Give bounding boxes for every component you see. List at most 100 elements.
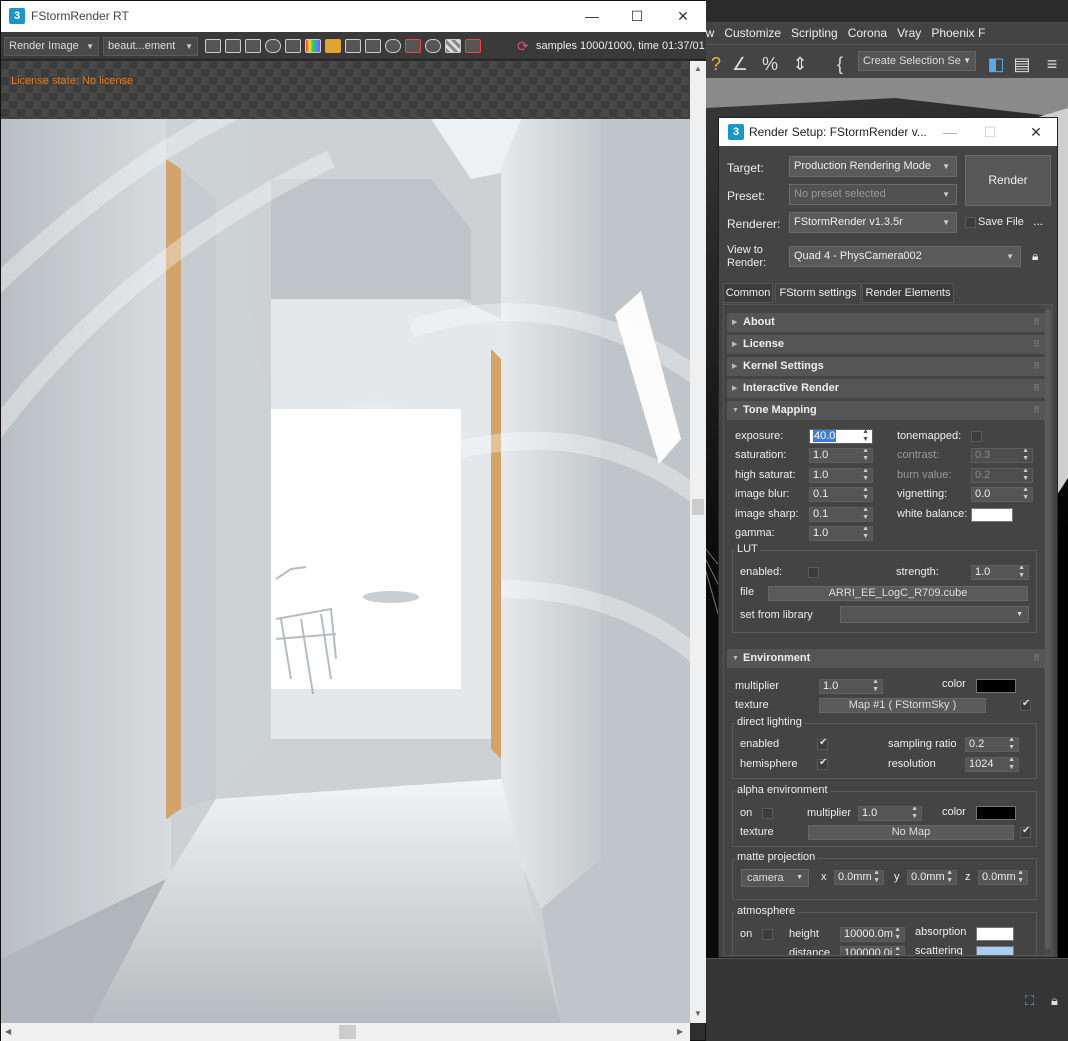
spinner-arrows-icon[interactable]: ▲▼ (862, 469, 869, 482)
vertical-scrollbar[interactable]: ▲ ▼ (690, 61, 706, 1023)
preset-combo[interactable]: No preset selected ▼ (789, 184, 957, 205)
lock-icon[interactable]: 🔒︎ (1051, 993, 1058, 1009)
spinner-arrows-icon[interactable]: ▲▼ (894, 947, 901, 955)
matte-mode-combo[interactable]: camera ▼ (741, 869, 809, 887)
spinner-arrows-icon[interactable]: ▲▼ (1022, 449, 1029, 462)
menu-customize[interactable]: Customize (724, 26, 791, 40)
settings-panel[interactable]: ▶ About ⠿ ▶ License ⠿ ▶ Kernel Settings ⠿ ▶ Int… (723, 304, 1053, 956)
element-combo[interactable]: beaut...ement ▼ (103, 37, 198, 56)
minimize-button[interactable]: — (935, 122, 965, 142)
spinner-arrows-icon[interactable]: ▲▼ (873, 871, 880, 884)
render-button[interactable]: Render (965, 155, 1051, 206)
minimize-button[interactable]: — (577, 6, 607, 26)
rollout-license[interactable]: ▶ License ⠿ (727, 335, 1045, 354)
atm-absorption-swatch[interactable] (976, 927, 1014, 941)
rollout-environment[interactable]: ▼ Environment ⠿ (727, 649, 1045, 668)
scroll-right-icon[interactable]: ▶ (677, 1027, 683, 1036)
menu-vray[interactable]: Vray (897, 26, 931, 40)
layer-icon[interactable]: ≡ (1041, 53, 1063, 75)
lut-file-button[interactable]: ARRI_EE_LogC_R709.cube (768, 586, 1028, 601)
frame-icon[interactable] (405, 39, 421, 53)
spinner-arrows-icon[interactable]: ▲▼ (1017, 871, 1024, 884)
env-color-swatch[interactable] (976, 679, 1016, 693)
close-button[interactable]: ✕ (1021, 122, 1051, 142)
color-icon[interactable] (305, 39, 321, 53)
sync-icon[interactable]: ⟳ (517, 38, 529, 55)
spinner-arrows-icon[interactable]: ▲▼ (1008, 758, 1015, 771)
alpha-icon[interactable] (445, 39, 461, 53)
image-sharp-spinner[interactable]: 0.1 ▲ ▼ (809, 507, 873, 522)
panel-scrollbar[interactable] (1044, 305, 1052, 955)
crop-icon[interactable] (365, 39, 381, 53)
copy-icon[interactable] (205, 39, 221, 53)
horizontal-scrollbar[interactable]: ◀ ▶ (1, 1023, 690, 1041)
refresh-scene-icon[interactable] (265, 39, 281, 53)
tab-fstorm-settings[interactable]: FStorm settings (775, 283, 861, 303)
save-file-checkbox[interactable] (965, 217, 976, 228)
render-canvas[interactable]: License state: No license (1, 61, 690, 1023)
spinner-arrows-icon[interactable]: ▲▼ (862, 508, 869, 521)
high-saturat-spinner[interactable]: 1.0 ▲ ▼ (809, 468, 873, 483)
selection-set-combo[interactable]: Create Selection Se ▼ (858, 51, 976, 71)
menu-scripting[interactable]: Scripting (791, 26, 848, 40)
ae-on-checkbox[interactable] (762, 808, 773, 819)
scroll-left-icon[interactable]: ◀ (5, 1027, 11, 1036)
dl-sampling-spinner[interactable]: 0.2 ▲ ▼ (965, 737, 1019, 752)
close-button[interactable]: ✕ (668, 6, 698, 26)
spinner-snap-icon[interactable]: ⇕ (789, 53, 811, 75)
vertical-scroll-thumb[interactable] (692, 499, 704, 515)
channel-combo[interactable]: Render Image ▼ (4, 37, 99, 56)
ae-multiplier-spinner[interactable]: 1.0 ▲ ▼ (858, 806, 922, 821)
focus-icon[interactable] (385, 39, 401, 53)
image-blur-spinner[interactable]: 0.1 ▲ ▼ (809, 487, 873, 502)
magnet-icon[interactable]: ? (705, 53, 727, 75)
target-combo[interactable]: Production Rendering Mode ▼ (789, 156, 957, 177)
rollout-interactive[interactable]: ▶ Interactive Render ⠿ (727, 379, 1045, 398)
percent-snap-icon[interactable]: % (759, 53, 781, 75)
isolate-selection-icon[interactable]: ⛶ (1025, 993, 1034, 1009)
spinner-arrows-icon[interactable]: ▲▼ (911, 807, 918, 820)
tab-render-elements[interactable]: Render Elements (862, 283, 954, 303)
stop-icon[interactable] (465, 39, 481, 53)
save-all-icon[interactable] (245, 39, 261, 53)
rollout-about[interactable]: ▶ About ⠿ (727, 313, 1045, 332)
align-icon[interactable]: ▤ (1011, 53, 1033, 75)
panel-scroll-thumb[interactable] (1045, 309, 1051, 949)
z-spinner[interactable]: 0.0mm ▲ ▼ (978, 870, 1028, 885)
burn-spinner[interactable]: 0.2 ▲ ▼ (971, 468, 1033, 483)
atm-distance-spinner[interactable]: 100000.0i▲▼ (840, 946, 905, 955)
more-files-button[interactable]: ... (1033, 214, 1043, 228)
maximize-button[interactable]: ☐ (622, 6, 652, 26)
atm-scattering-swatch[interactable] (976, 946, 1014, 955)
scroll-up-icon[interactable]: ▲ (694, 64, 702, 73)
dl-resolution-spinner[interactable]: 1024 ▲ ▼ (965, 757, 1019, 772)
save-icon[interactable] (225, 39, 241, 53)
angle-snap-icon[interactable]: ∠ (729, 53, 751, 75)
clone-icon[interactable] (285, 39, 301, 53)
ae-texture-checkbox[interactable] (1020, 825, 1031, 838)
maximize-button[interactable]: ☐ (975, 122, 1005, 142)
spinner-arrows-icon[interactable]: ▲▼ (946, 871, 953, 884)
spinner-arrows-icon[interactable]: ▲▼ (862, 430, 869, 443)
spinner-arrows-icon[interactable]: ▲▼ (1022, 488, 1029, 501)
tonemapped-checkbox[interactable] (971, 431, 982, 442)
contrast-spinner[interactable]: 0.3 ▲ ▼ (971, 448, 1033, 463)
lut-enabled-checkbox[interactable] (808, 567, 819, 578)
white-balance-swatch[interactable] (971, 508, 1013, 522)
rollout-kernel[interactable]: ▶ Kernel Settings ⠿ (727, 357, 1045, 376)
ae-texture-button[interactable]: No Map (808, 825, 1014, 840)
env-texture-checkbox[interactable] (1020, 698, 1031, 711)
region-icon[interactable] (345, 39, 361, 53)
ae-color-swatch[interactable] (976, 806, 1016, 820)
atm-on-checkbox[interactable] (762, 929, 773, 940)
spinner-arrows-icon[interactable]: ▲▼ (1022, 469, 1029, 482)
exposure-spinner[interactable]: 40.0 ▲ ▼ (809, 429, 873, 444)
spinner-arrows-icon[interactable]: ▲▼ (862, 527, 869, 540)
renderer-combo[interactable]: FStormRender v1.3.5r ▼ (789, 212, 957, 233)
scroll-down-icon[interactable]: ▼ (694, 1009, 702, 1018)
settings-icon[interactable] (425, 39, 441, 53)
env-texture-button[interactable]: Map #1 ( FStormSky ) (819, 698, 986, 713)
spinner-arrows-icon[interactable]: ▲▼ (1018, 566, 1025, 579)
edit-named-selection-icon[interactable]: { (829, 53, 851, 75)
spinner-arrows-icon[interactable]: ▲▼ (862, 449, 869, 462)
